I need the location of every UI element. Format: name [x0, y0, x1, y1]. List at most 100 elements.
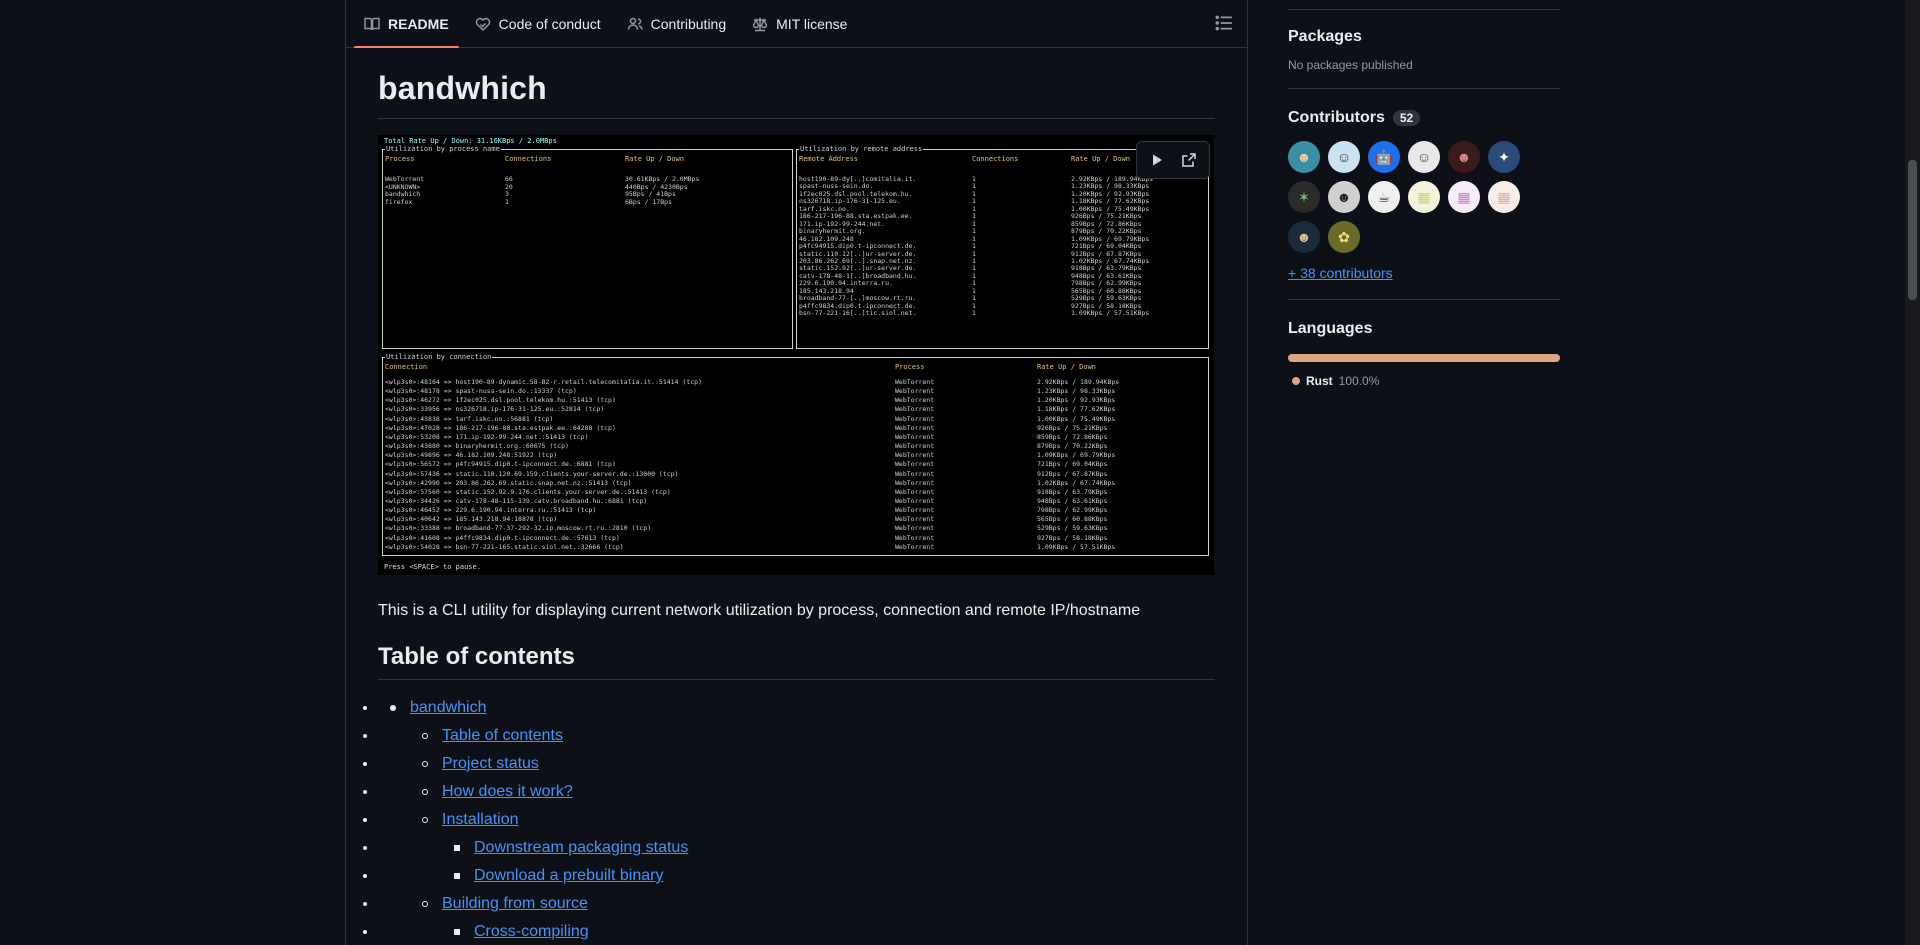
law-scale-icon	[752, 17, 768, 31]
pane-cell: bsn-77-221-16[..]tic.siol.net.	[799, 309, 917, 318]
pane-cell: WebTorrent	[895, 378, 935, 386]
contributor-avatar[interactable]: ✶	[1288, 181, 1320, 213]
readme-content: bandwhich Total Rate Up / Down: 31.16KBp…	[346, 48, 1247, 945]
tab-label: Contributing	[650, 15, 727, 32]
toc-link[interactable]: Table of contents	[442, 727, 563, 744]
pane-cell: <wlp3s0>:54028 => bsn-77-221-165.static.…	[385, 542, 624, 551]
pane-cell: 798Bps / 62.99KBps	[1037, 506, 1108, 515]
pane-title: Utilization by remote address	[799, 145, 924, 153]
scrollbar-thumb[interactable]	[1908, 160, 1917, 300]
terminal-total-rate: Total Rate Up / Down: 31.16KBps / 2.0MBp…	[384, 137, 557, 145]
contributor-avatar[interactable]: ▦	[1488, 181, 1520, 213]
toc-item: Downstream packaging status	[378, 836, 1215, 860]
pane-cell: <wlp3s0>:53208 => 171.ip-192-99-244.net.…	[385, 432, 589, 441]
tab-label: Code of conduct	[498, 15, 601, 32]
pane-cell: 1	[972, 309, 976, 318]
pane-cell: 565Bps / 60.88KBps	[1037, 515, 1108, 524]
pane-cell: <wlp3s0>:43880 => binaryhermit.org.:6067…	[385, 442, 569, 451]
toc-link[interactable]: Project status	[442, 755, 539, 772]
languages-title-text: Languages	[1288, 320, 1373, 337]
pane-cell: 927Bps / 58.18KBps	[1037, 533, 1108, 542]
contributor-avatar[interactable]: ☻	[1448, 141, 1480, 173]
language-color-dot	[1292, 377, 1300, 385]
pane-column-header: Remote Address	[799, 155, 859, 163]
toc-link[interactable]: Cross-compiling	[474, 923, 589, 940]
pane-cell: WebTorrent	[895, 442, 935, 451]
contributors-title[interactable]: Contributors 52	[1288, 109, 1560, 127]
pane-column-header: Connection	[385, 363, 428, 371]
pane-cell: 926Bps / 75.21KBps	[1037, 423, 1108, 432]
pane-cell: <wlp3s0>:57436 => static.110.120.69.159.…	[385, 469, 679, 478]
bullet-icon	[422, 901, 428, 907]
contributor-avatar[interactable]: ☻	[1288, 221, 1320, 253]
pane-cell: 1.23KBps / 98.33KBps	[1037, 387, 1116, 396]
tab-label: MIT license	[776, 15, 848, 32]
bullet-icon	[454, 845, 460, 851]
terminal-screenshot[interactable]: Total Rate Up / Down: 31.16KBps / 2.0MBp…	[378, 135, 1214, 575]
outline-button[interactable]	[1215, 14, 1235, 34]
readme-title: bandwhich	[378, 48, 1215, 119]
contributor-avatar[interactable]: 🤖	[1368, 141, 1400, 173]
tab-contributing[interactable]: Contributing	[617, 0, 737, 47]
pane-cell: 1.09KBps / 69.79KBps	[1037, 451, 1116, 460]
pane-title: Utilization by connection	[385, 353, 493, 361]
contributor-avatar[interactable]: ☻	[1288, 141, 1320, 173]
play-button[interactable]	[1143, 146, 1171, 174]
pane-cell: <wlp3s0>:43838 => tarf.iskc.no.:56881 (t…	[385, 414, 554, 423]
pane-title: Utilization by process name	[385, 145, 501, 153]
language-bar	[1288, 354, 1560, 362]
pane-column-header: Process	[385, 155, 415, 163]
repo-sidebar: Packages No packages published Contribut…	[1288, 0, 1560, 404]
open-external-button[interactable]	[1175, 146, 1203, 174]
pane-cell: WebTorrent	[895, 414, 935, 423]
contributor-avatars: ☻ ☺ 🤖 ☺ ☻ ✦ ✶ ☻ ☕ ▦ ▦ ▦ ☻ ✿	[1288, 141, 1528, 253]
readme-description: This is a CLI utility for displaying cur…	[378, 602, 1141, 619]
contributor-avatar[interactable]: ✦	[1488, 141, 1520, 173]
readme-panel: README Code of conduct Contributing MIT …	[345, 0, 1248, 945]
contributor-avatar[interactable]: ☻	[1328, 181, 1360, 213]
pane-cell: WebTorrent	[895, 432, 935, 441]
bullet-icon	[390, 705, 396, 711]
language-item[interactable]: Rust 100.0%	[1288, 374, 1560, 388]
more-contributors-link[interactable]: + 38 contributors	[1288, 265, 1393, 281]
pane-cell: WebTorrent	[895, 478, 935, 487]
contributor-avatar[interactable]: ☺	[1328, 141, 1360, 173]
contributor-avatar[interactable]: ☺	[1408, 141, 1440, 173]
pane-cell: 918Bps / 63.79KBps	[1037, 487, 1108, 496]
contributor-avatar[interactable]: ▦	[1408, 181, 1440, 213]
toc-link[interactable]: Downstream packaging status	[474, 839, 688, 856]
pane-cell: <wlp3s0>:47028 => 186-217-196-88.sta.est…	[385, 423, 616, 432]
tab-code-of-conduct[interactable]: Code of conduct	[465, 0, 611, 47]
heart-handshake-icon	[475, 17, 490, 31]
toc-link[interactable]: Download a prebuilt binary	[474, 867, 663, 884]
pane-column-header: Rate Up / Down	[1071, 155, 1131, 163]
book-icon	[364, 17, 380, 30]
pane-cell: <wlp3s0>:33956 => ns326718.ip-176-31-125…	[385, 405, 605, 414]
contributor-avatar[interactable]: ☕	[1368, 181, 1400, 213]
pane-cell: WebTorrent	[895, 496, 935, 505]
toc-item: Table of contents	[378, 724, 1215, 748]
pane-cell: <wlp3s0>:57560 => static.152.92.9.176.cl…	[385, 487, 671, 496]
language-name: Rust	[1306, 374, 1333, 388]
toc-link[interactable]: bandwhich	[410, 699, 487, 716]
toc-link[interactable]: Installation	[442, 811, 519, 828]
contributors-title-text: Contributors	[1288, 109, 1385, 126]
toc-link[interactable]: Building from source	[442, 895, 588, 912]
packages-title[interactable]: Packages	[1288, 28, 1560, 46]
pane-cell: WebTorrent	[895, 387, 935, 396]
pane-cell: <wlp3s0>:41608 => p4ffc9834.dip0.t-ipcon…	[385, 533, 620, 542]
toc-link[interactable]: How does it work?	[442, 783, 573, 800]
pane-column-header: Process	[895, 363, 925, 371]
tab-readme[interactable]: README	[354, 0, 459, 48]
contributor-avatar[interactable]: ✿	[1328, 221, 1360, 253]
pane-cell: WebTorrent	[895, 423, 935, 432]
pane-cell: 529Bps / 59.63KBps	[1037, 524, 1108, 533]
play-icon	[1153, 154, 1162, 166]
pane-cell: 1	[505, 197, 509, 206]
tab-license[interactable]: MIT license	[742, 0, 857, 47]
language-percent: 100.0%	[1338, 374, 1380, 388]
pane-cell: 1.09KBps / 57.51KBps	[1037, 542, 1116, 551]
contributor-avatar[interactable]: ▦	[1448, 181, 1480, 213]
pane-cell: WebTorrent	[895, 542, 935, 551]
page-scrollbar[interactable]	[1905, 0, 1920, 945]
